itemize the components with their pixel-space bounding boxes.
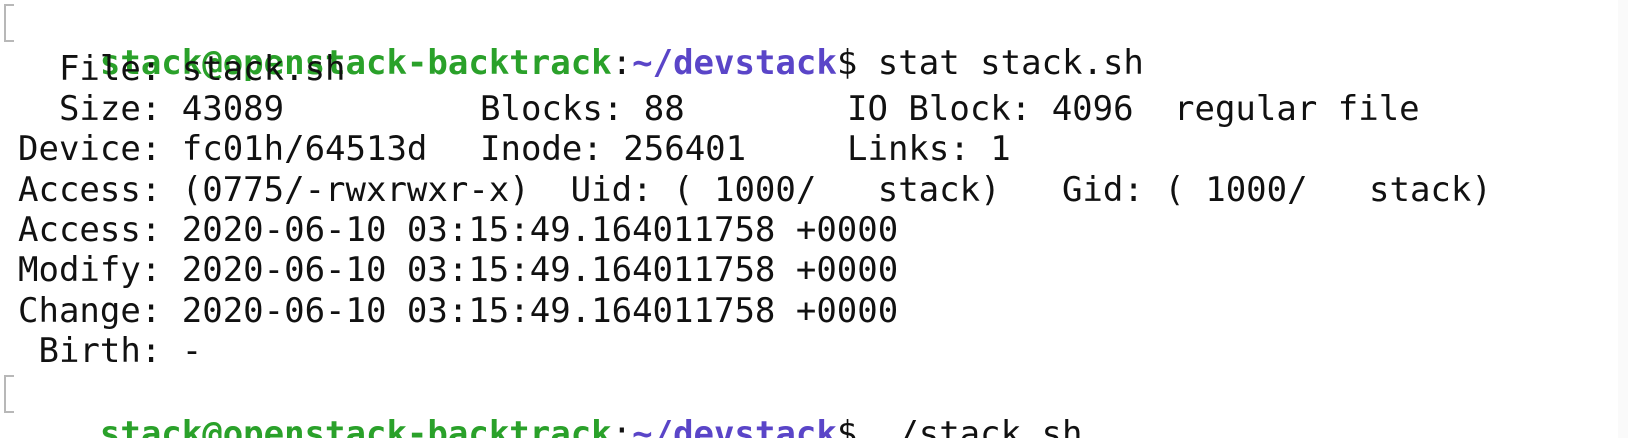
stat-file-line: File: stack.sh xyxy=(18,49,346,89)
terminal-window[interactable]: stack@openstack-backtrack:~/devstack$ st… xyxy=(0,0,1628,438)
stat-device-line: Device: fc01h/64513d Inode: 256401 Links… xyxy=(18,128,1518,170)
stat-modify-time: Modify: 2020-06-10 03:15:49.164011758 +0… xyxy=(18,250,899,290)
stat-size-line: Size: 43089 Blocks: 88 IO Block: 4096 re… xyxy=(18,88,1518,130)
stat-access-perm: Access: (0775/-rwxrwxr-x) Uid: ( 1000/ s… xyxy=(18,170,1492,210)
stat-blocks: Blocks: 88 xyxy=(480,89,685,129)
stat-access-time: Access: 2020-06-10 03:15:49.164011758 +0… xyxy=(18,210,899,250)
prompt-dollar: $ xyxy=(836,43,878,83)
stat-io-block: IO Block: 4096 xyxy=(847,89,1134,129)
terminal-scrollbar[interactable] xyxy=(1618,0,1628,438)
stat-change-time: Change: 2020-06-10 03:15:49.164011758 +0… xyxy=(18,291,899,331)
prompt-mark-icon xyxy=(4,4,14,42)
prompt-line: stack@openstack-backtrack:~/devstack$ ./… xyxy=(18,371,1083,438)
prompt-mark-icon xyxy=(4,375,14,413)
stat-size: Size: 43089 xyxy=(18,89,285,129)
stat-inode: Inode: 256401 xyxy=(480,129,747,169)
stat-links: Links: 1 xyxy=(847,129,1011,169)
prompt-separator: : xyxy=(611,43,633,83)
stat-file-type: regular file xyxy=(1174,89,1420,129)
stat-birth: Birth: - xyxy=(18,331,203,371)
prompt-user-host: stack@openstack-backtrack xyxy=(99,414,612,438)
command-text: stat stack.sh xyxy=(877,43,1144,83)
command-text: ./stack.sh xyxy=(877,414,1083,438)
prompt-separator: : xyxy=(611,414,633,438)
prompt-path: ~/devstack xyxy=(632,414,837,438)
stat-device: Device: fc01h/64513d xyxy=(18,129,428,169)
prompt-line: stack@openstack-backtrack:~/devstack$ st… xyxy=(18,0,1144,83)
prompt-dollar: $ xyxy=(836,414,878,438)
prompt-path: ~/devstack xyxy=(632,43,837,83)
